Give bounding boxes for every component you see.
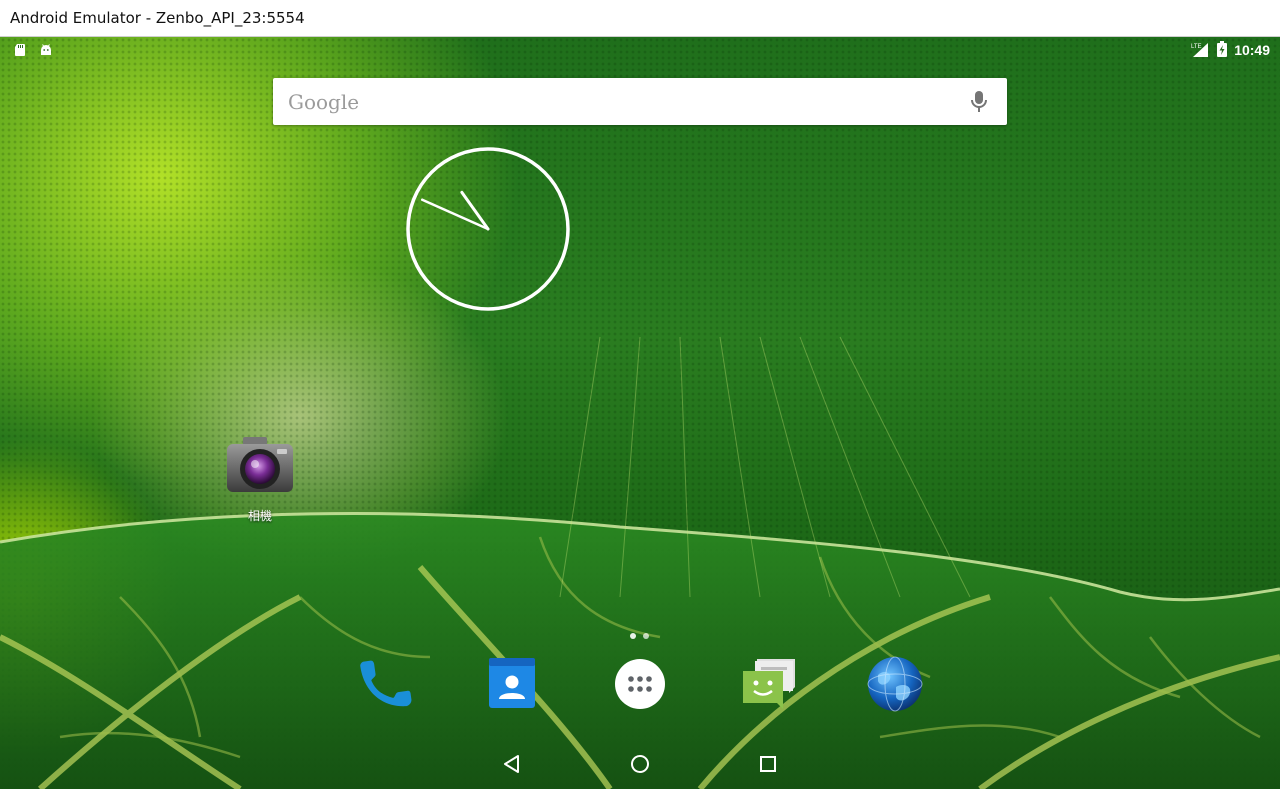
status-bar-time: 10:49	[1234, 42, 1270, 58]
globe-icon[interactable]	[866, 655, 924, 713]
messaging-icon[interactable]	[739, 655, 797, 713]
google-search-bar[interactable]: Google	[273, 78, 1007, 125]
svg-text:LTE: LTE	[1191, 44, 1202, 50]
search-placeholder: Google	[288, 90, 360, 114]
battery-charging-icon	[1217, 41, 1227, 57]
contacts-icon[interactable]	[483, 655, 541, 713]
page-indicator-dot[interactable]	[643, 633, 649, 639]
app-drawer-icon[interactable]	[611, 655, 669, 713]
home-icon[interactable]	[629, 753, 651, 775]
sd-card-icon	[15, 44, 25, 56]
window-title: Android Emulator - Zenbo_API_23:5554	[10, 9, 305, 27]
mic-icon[interactable]	[969, 90, 989, 114]
recents-icon[interactable]	[757, 753, 779, 775]
back-icon[interactable]	[501, 753, 523, 775]
lte-signal-icon: LTE	[1191, 43, 1208, 57]
android-debug-icon	[41, 44, 51, 55]
android-home-screen: LTE 10:49 Google 相機	[0, 37, 1280, 789]
phone-icon[interactable]	[355, 655, 413, 713]
window-title-bar: Android Emulator - Zenbo_API_23:5554	[0, 0, 1280, 37]
camera-app-label[interactable]: 相機	[220, 507, 300, 524]
camera-icon[interactable]	[225, 435, 295, 497]
page-indicator-dot-active[interactable]	[630, 633, 636, 639]
analog-clock-widget[interactable]	[405, 146, 571, 312]
